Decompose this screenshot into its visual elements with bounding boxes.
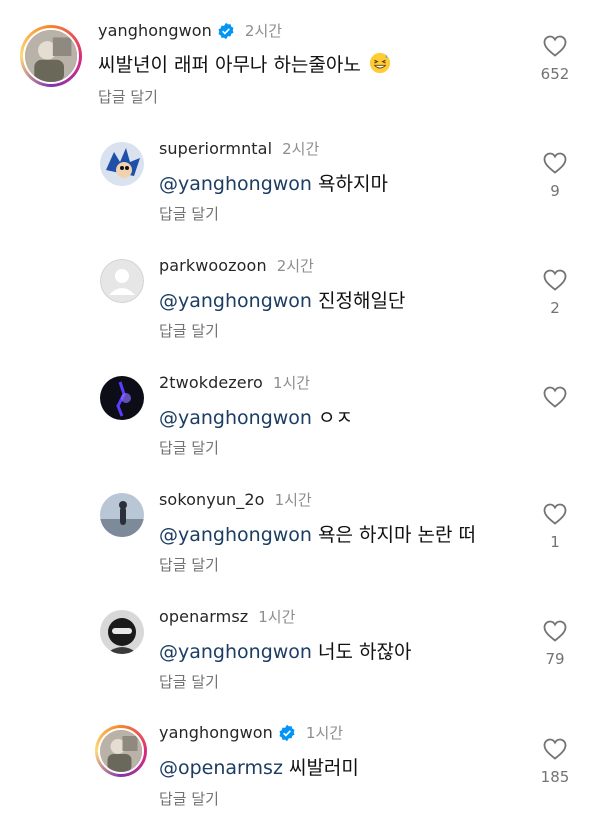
reply-item: parkwoozoon 2시간 @yanghongwon 진정해일단 답글 달기… — [0, 247, 600, 357]
timestamp: 2시간 — [276, 257, 314, 275]
heart-icon[interactable] — [543, 269, 567, 291]
reply-button[interactable]: 답글 달기 — [159, 671, 219, 692]
username[interactable]: 2twokdezero — [159, 373, 263, 392]
comment-text: @yanghongwon 욕은 하지마 논란 떠 — [159, 524, 476, 546]
like-count: 652 — [540, 65, 570, 83]
like-area: 2 — [525, 269, 585, 317]
like-count: 79 — [545, 650, 565, 668]
comment-text: @yanghongwon 욕하지마 — [159, 173, 388, 195]
reply-item: openarmsz 1시간 @yanghongwon 너도 하잖아 답글 달기 … — [0, 598, 600, 708]
like-area: 79 — [525, 620, 585, 668]
avatar[interactable] — [100, 259, 144, 303]
like-area: 9 — [525, 152, 585, 200]
timestamp: 1시간 — [305, 724, 344, 742]
like-area: 1 — [525, 503, 585, 551]
comment-text: 씨발년이 래퍼 아무나 하는줄아노 — [98, 50, 391, 77]
mention-link[interactable]: @yanghongwon — [159, 290, 312, 312]
reply-button[interactable]: 답글 달기 — [98, 86, 158, 107]
like-count: 185 — [540, 768, 570, 786]
timestamp: 1시간 — [258, 608, 296, 626]
username[interactable]: yanghongwon — [98, 21, 212, 40]
username[interactable]: superiormntal — [159, 139, 272, 158]
heart-icon[interactable] — [543, 503, 567, 525]
like-count: 9 — [550, 182, 560, 200]
verified-badge-icon — [279, 724, 295, 741]
reply-item: yanghongwon 1시간 @openarmsz 씨발러미 답글 달기 18… — [0, 715, 600, 816]
mention-link[interactable]: @yanghongwon — [159, 524, 312, 546]
timestamp: 1시간 — [274, 491, 312, 509]
comment-text: @yanghongwon 진정해일단 — [159, 290, 406, 312]
reply-item: superiormntal 2시간 @yanghongwon 욕하지마 답글 달… — [0, 130, 600, 240]
username[interactable]: yanghongwon — [159, 723, 273, 742]
avatar[interactable] — [100, 376, 144, 420]
reply-button[interactable]: 답글 달기 — [159, 788, 219, 809]
like-count: 2 — [550, 299, 560, 317]
comment-text: @yanghongwon ㅇㅈ — [159, 407, 353, 429]
timestamp: 2시간 — [244, 22, 283, 40]
comment-text: @openarmsz 씨발러미 — [159, 757, 359, 779]
reply-button[interactable]: 답글 달기 — [159, 554, 219, 575]
username[interactable]: openarmsz — [159, 607, 248, 626]
like-count: 1 — [550, 533, 560, 551]
avatar[interactable] — [95, 725, 147, 777]
heart-icon[interactable] — [543, 386, 567, 408]
comment-text: @yanghongwon 너도 하잖아 — [159, 641, 412, 663]
reply-button[interactable]: 답글 달기 — [159, 320, 219, 341]
grinning-sweat-emoji-icon — [369, 52, 390, 74]
reply-button[interactable]: 답글 달기 — [159, 203, 219, 224]
like-area: 652 — [525, 35, 585, 83]
mention-link[interactable]: @yanghongwon — [159, 173, 312, 195]
reply-button[interactable]: 답글 달기 — [159, 437, 219, 458]
mention-link[interactable]: @openarmsz — [159, 757, 283, 779]
mention-link[interactable]: @yanghongwon — [159, 641, 312, 663]
username[interactable]: parkwoozoon — [159, 256, 267, 275]
avatar[interactable] — [100, 493, 144, 537]
like-area: 185 — [525, 738, 585, 786]
heart-icon[interactable] — [543, 152, 567, 174]
like-area — [525, 386, 585, 416]
avatar[interactable] — [100, 610, 144, 654]
mention-link[interactable]: @yanghongwon — [159, 407, 312, 429]
reply-item: sokonyun_2o 1시간 @yanghongwon 욕은 하지마 논란 떠… — [0, 481, 600, 591]
timestamp: 1시간 — [272, 374, 311, 392]
username[interactable]: sokonyun_2o — [159, 490, 265, 509]
heart-icon[interactable] — [543, 738, 567, 760]
reply-item: 2twokdezero 1시간 @yanghongwon ㅇㅈ 답글 달기 — [0, 364, 600, 474]
comment-item: yanghongwon 2시간 씨발년이 래퍼 아무나 하는줄아노 답글 달기 … — [0, 0, 600, 120]
verified-badge-icon — [218, 22, 234, 39]
timestamp: 2시간 — [282, 140, 320, 158]
heart-icon[interactable] — [543, 620, 567, 642]
avatar[interactable] — [100, 142, 144, 186]
avatar[interactable] — [20, 25, 82, 87]
heart-icon[interactable] — [543, 35, 567, 57]
